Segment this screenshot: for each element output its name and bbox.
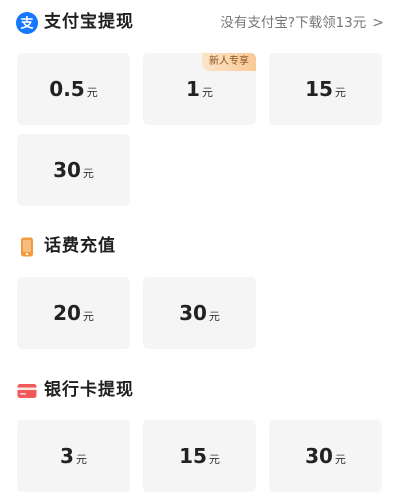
option-amount: 0.5 — [49, 77, 85, 101]
bank-option-3[interactable]: 3元 — [17, 420, 130, 492]
alipay-section-title: 支付宝提现 — [44, 12, 134, 32]
alipay-option-15[interactable]: 15 元 — [269, 53, 382, 125]
bank-section-title: 银行卡提现 — [44, 380, 134, 400]
phone-section-header: 话费充值 — [0, 232, 400, 260]
option-unit: 元 — [86, 85, 98, 99]
alipay-option-0-5[interactable]: 0.5 元 — [17, 53, 130, 125]
bank-option-15[interactable]: 15 元 — [143, 420, 256, 492]
alipay-option-30[interactable]: 30 元 — [17, 134, 130, 206]
option-amount: 15 — [179, 444, 207, 468]
option-amount: 30 — [305, 444, 333, 468]
phone-option-30[interactable]: 30 元 — [143, 277, 256, 349]
option-amount: 30 — [179, 301, 207, 325]
bank-option-30[interactable]: 30 元 — [269, 420, 382, 492]
phone-option-20[interactable]: 20 元 — [17, 277, 130, 349]
new-user-badge: 新人专享 — [202, 53, 256, 71]
option-amount: 30 — [53, 158, 81, 182]
bank-card-icon — [16, 380, 38, 402]
option-unit: 元 — [82, 309, 94, 323]
option-unit: 元 — [82, 166, 94, 180]
option-unit: 元 — [75, 452, 87, 466]
option-unit: 元 — [208, 309, 220, 323]
svg-text:支: 支 — [19, 16, 34, 32]
alipay-icon: 支 — [16, 12, 38, 34]
option-amount: 3 — [60, 444, 74, 468]
option-unit: 元 — [334, 452, 346, 466]
download-alipay-link[interactable]: 没有支付宝?下载领13元 > — [220, 12, 384, 34]
bank-section-header: 银行卡提现 — [0, 376, 400, 404]
phone-section-title: 话费充值 — [44, 236, 116, 256]
download-alipay-link-text: 没有支付宝?下载领13元 — [220, 15, 367, 31]
option-amount: 1 — [186, 77, 200, 101]
alipay-option-1[interactable]: 新人专享 1元 — [143, 53, 256, 125]
option-unit: 元 — [334, 85, 346, 99]
option-unit: 元 — [208, 452, 220, 466]
chevron-right-icon: > — [372, 15, 384, 31]
alipay-section-header: 支 支付宝提现 没有支付宝?下载领13元 > — [0, 8, 400, 36]
option-amount: 20 — [53, 301, 81, 325]
option-unit: 元 — [201, 85, 213, 99]
option-amount: 15 — [305, 77, 333, 101]
phone-icon — [16, 236, 38, 258]
